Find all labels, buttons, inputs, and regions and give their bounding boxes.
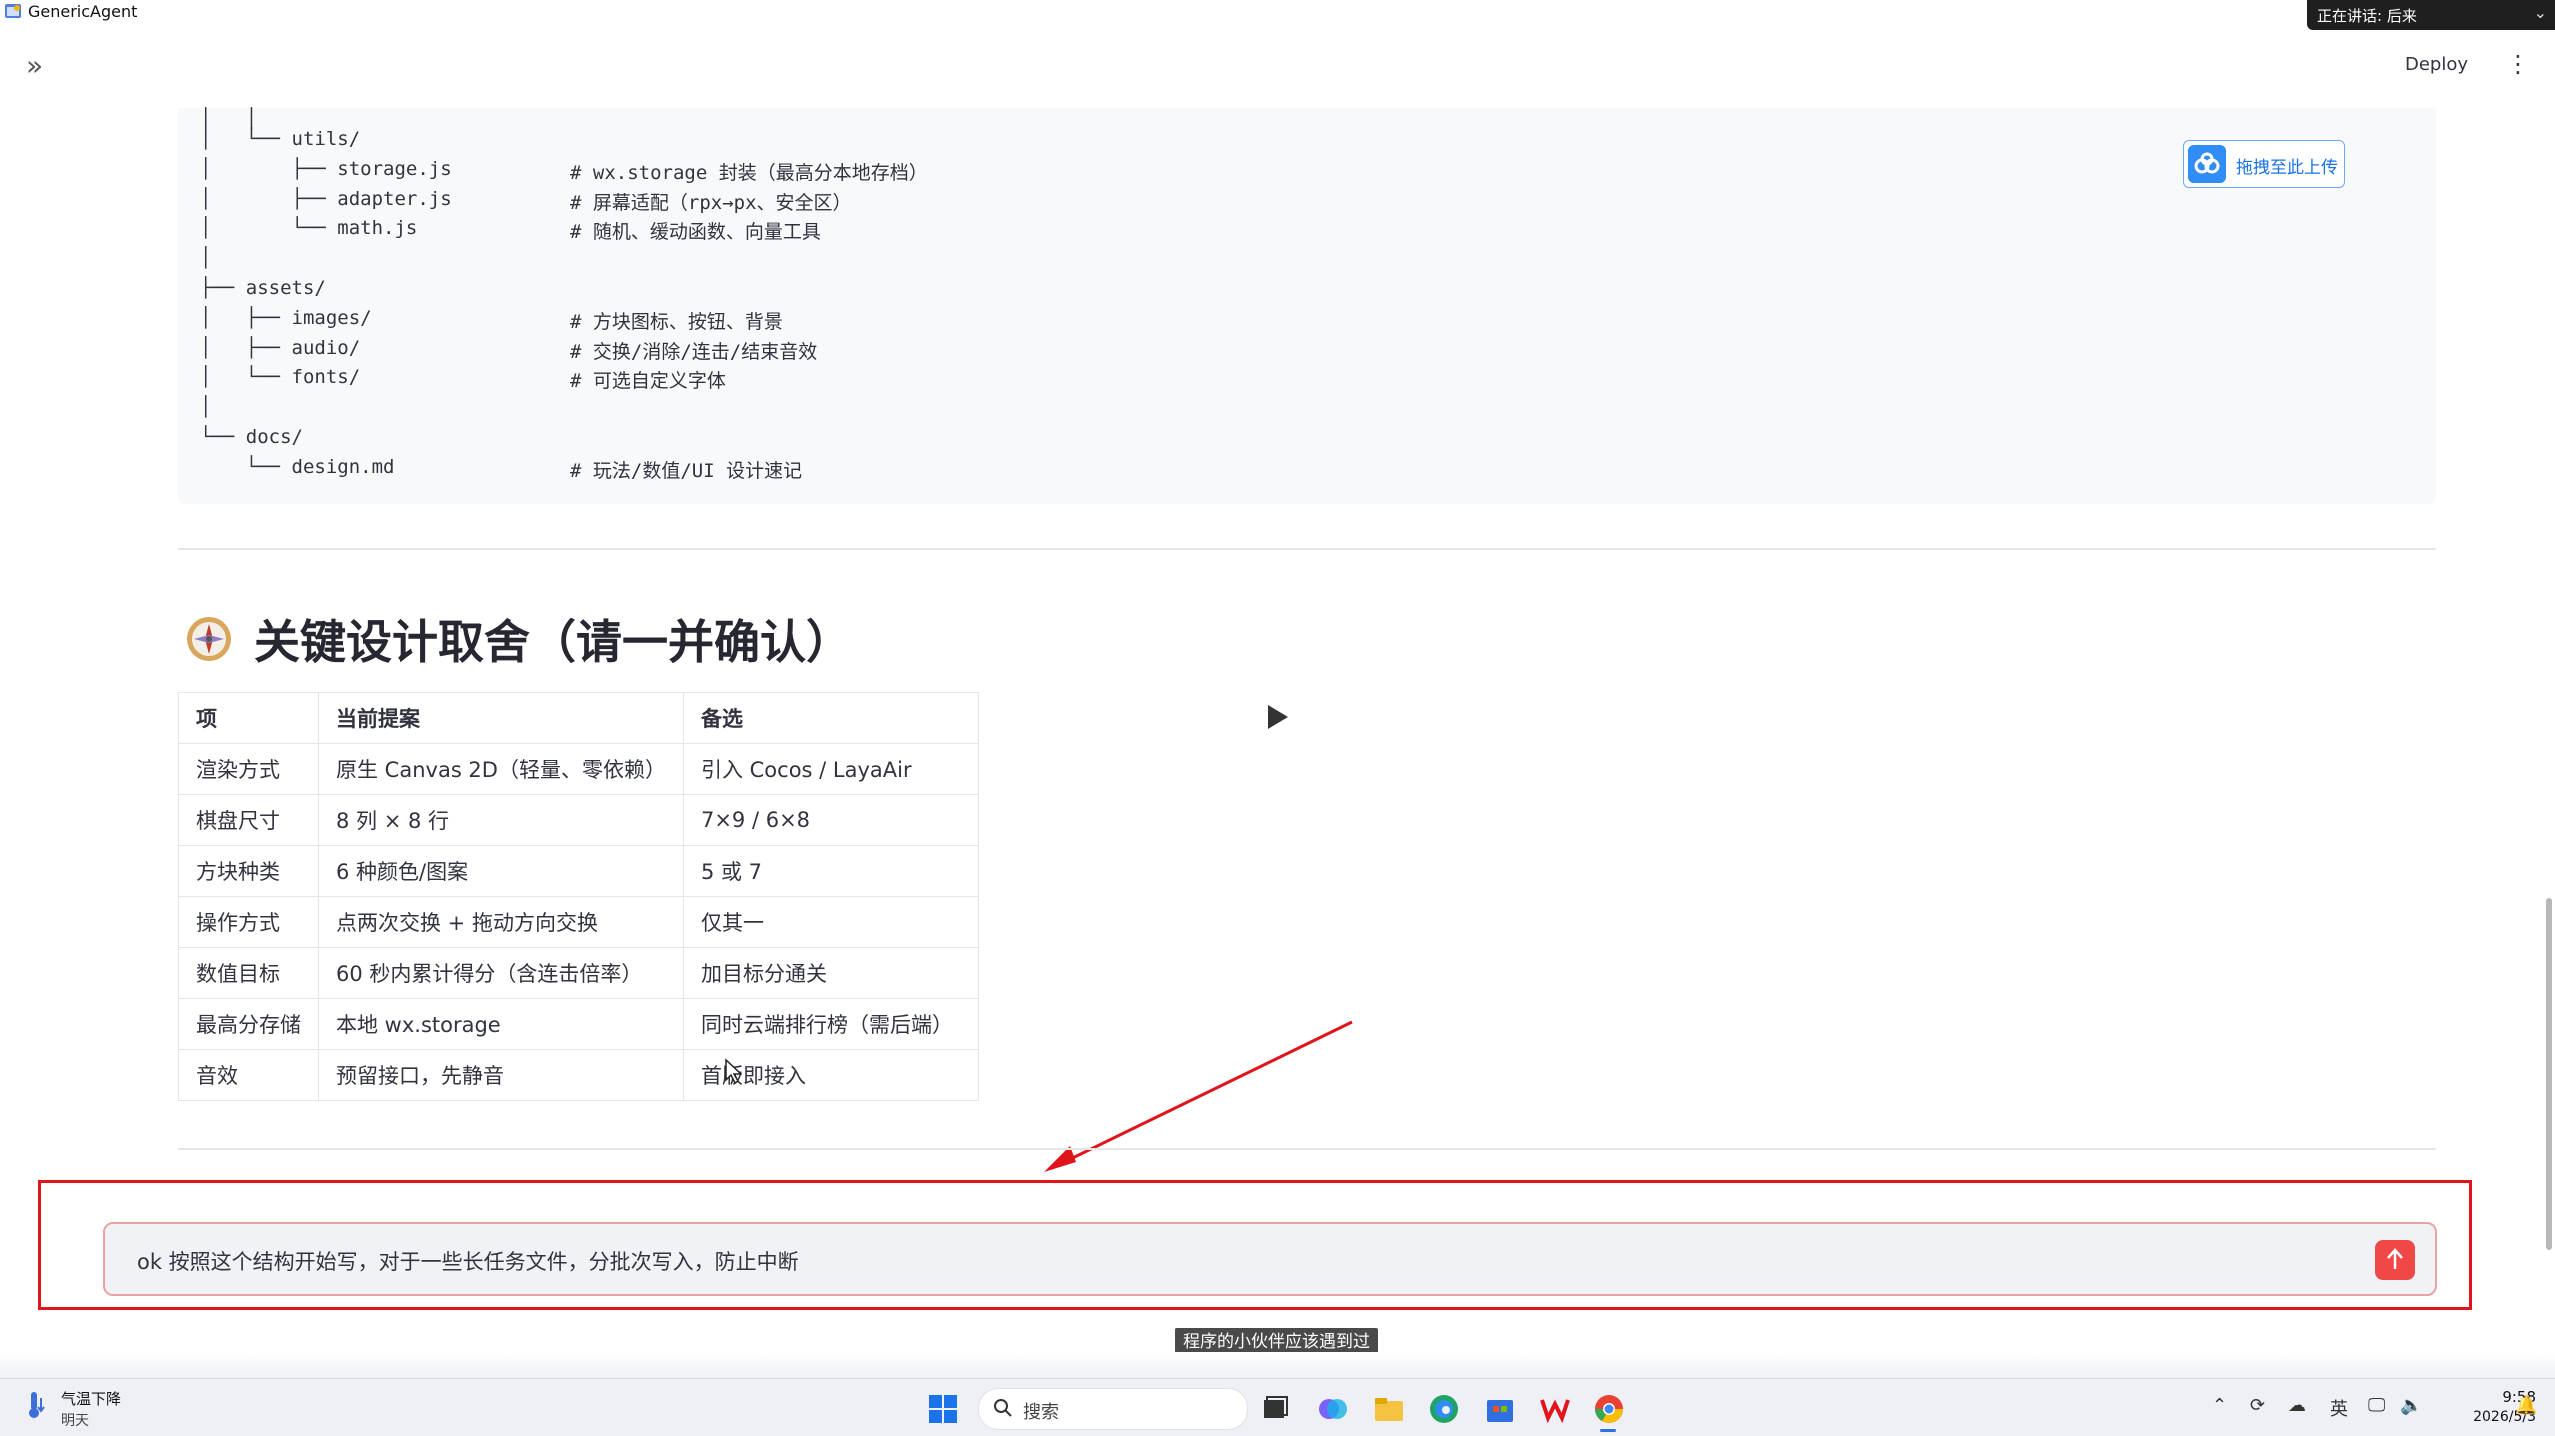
volume-icon[interactable]: 🔈	[2400, 1395, 2422, 1416]
search-label: 搜索	[1023, 1402, 1059, 1423]
arrow-up-icon	[2387, 1248, 2403, 1269]
tree-line: ├── assets/	[200, 277, 326, 299]
app-icon	[5, 4, 21, 18]
play-icon[interactable]	[1264, 702, 1290, 732]
deploy-button[interactable]: Deploy	[2405, 54, 2468, 75]
tree-line: │ ├── audio/	[200, 337, 361, 359]
tree-line: │ └── utils/	[200, 128, 361, 150]
table-header: 备选	[682, 692, 979, 744]
compass-icon	[187, 617, 231, 661]
wps-office-icon[interactable]	[1538, 1392, 1572, 1426]
table-row: 数值目标 60 秒内累计得分（含连击倍率） 加目标分通关	[178, 947, 979, 999]
table-cell: 6 种颜色/图案	[318, 845, 684, 897]
table-cell: 操作方式	[178, 896, 319, 948]
table-cell: 音效	[178, 1049, 319, 1101]
thermometer-icon[interactable]	[22, 1390, 48, 1420]
notification-bell-icon[interactable]: 🔔	[2515, 1395, 2537, 1416]
chevron-double-right-icon[interactable]: »	[26, 52, 43, 80]
table-row: 音效 预留接口，先静音 首版即接入	[178, 1049, 979, 1101]
table-cell: 加目标分通关	[682, 947, 979, 999]
chrome-browser-icon[interactable]	[1592, 1392, 1626, 1426]
tree-line: │ ├── images/	[200, 307, 372, 329]
tree-line: │ └── fonts/	[200, 366, 361, 388]
table-cell: 5 或 7	[682, 845, 979, 897]
table-cell: 8 列 × 8 行	[318, 794, 684, 846]
windows-start-icon[interactable]	[926, 1392, 960, 1426]
table-row: 方块种类 6 种颜色/图案 5 或 7	[178, 845, 979, 897]
tree-line: │	[200, 247, 212, 269]
table-header: 当前提案	[318, 692, 684, 744]
mouse-cursor-icon	[725, 1058, 742, 1084]
tree-line: │ ├── adapter.js	[200, 188, 452, 210]
section-heading: 关键设计取舍（请一并确认）	[254, 615, 852, 669]
tree-line: │ │	[200, 108, 258, 130]
tree-line: │ └── math.js	[200, 217, 418, 239]
table-cell: 方块种类	[178, 845, 319, 897]
annotation-arrow	[1044, 1020, 1353, 1172]
code-block: │ │ │ └── utils/ │ ├── storage.js # wx.s…	[178, 108, 2436, 504]
speaking-indicator[interactable]: 正在讲话: 后来 ⌄	[2307, 0, 2555, 30]
speaking-label: 正在讲话: 后来	[2317, 7, 2417, 25]
chat-input[interactable]: ok 按照这个结构开始写，对于一些长任务文件，分批次写入，防止中断	[103, 1222, 2437, 1296]
chat-input-text[interactable]: ok 按照这个结构开始写，对于一些长任务文件，分批次写入，防止中断	[137, 1246, 799, 1276]
drag-upload-button[interactable]: 拖拽至此上传	[2183, 140, 2345, 188]
table-row: 渲染方式 原生 Canvas 2D（轻量、零依赖） 引入 Cocos / Lay…	[178, 743, 979, 795]
file-explorer-icon[interactable]	[1372, 1392, 1406, 1426]
tree-line: └── docs/	[200, 426, 303, 448]
store-icon[interactable]	[1483, 1392, 1517, 1426]
table-cell: 60 秒内累计得分（含连击倍率）	[318, 947, 684, 999]
taskbar-search[interactable]: 搜索	[978, 1388, 1248, 1430]
table-row: 棋盘尺寸 8 列 × 8 行 7×9 / 6×8	[178, 794, 979, 846]
ime-language[interactable]: 英	[2330, 1395, 2348, 1421]
table-cell: 数值目标	[178, 947, 319, 999]
design-options-table: 项 当前提案 备选 渲染方式 原生 Canvas 2D（轻量、零依赖） 引入 C…	[178, 692, 979, 1101]
table-cell: 原生 Canvas 2D（轻量、零依赖）	[318, 743, 684, 795]
table-cell: 7×9 / 6×8	[682, 794, 979, 846]
tree-line: │	[200, 396, 212, 418]
cloud-off-icon[interactable]: ☁	[2288, 1395, 2306, 1416]
send-button[interactable]	[2375, 1240, 2415, 1280]
window-titlebar	[0, 0, 2555, 26]
table-cell: 仅其一	[682, 896, 979, 948]
table-row: 操作方式 点两次交换 + 拖动方向交换 仅其一	[178, 896, 979, 948]
tree-comment: # 屏幕适配（rpx→px、安全区）	[570, 192, 852, 214]
tree-comment: # 交换/消除/连击/结束音效	[570, 341, 818, 363]
table-cell: 预留接口，先静音	[318, 1049, 684, 1101]
divider	[178, 1148, 2436, 1150]
tree-line: └── design.md	[200, 456, 395, 478]
task-view-icon[interactable]	[1258, 1392, 1292, 1426]
chevron-down-icon[interactable]: ⌄	[2534, 3, 2547, 22]
chevron-up-icon[interactable]: ⌃	[2212, 1395, 2227, 1416]
tree-comment: # 方块图标、按钮、背景	[570, 311, 783, 333]
table-cell: 引入 Cocos / LayaAir	[682, 743, 979, 795]
table-cell: 最高分存储	[178, 998, 319, 1050]
table-row: 最高分存储 本地 wx.storage 同时云端排行榜（需后端）	[178, 998, 979, 1050]
table-cell: 同时云端排行榜（需后端）	[682, 998, 979, 1050]
window-title: GenericAgent	[28, 2, 138, 21]
tree-comment: # 随机、缓动函数、向量工具	[570, 221, 821, 243]
table-cell: 棋盘尺寸	[178, 794, 319, 846]
upload-label: 拖拽至此上传	[2236, 158, 2338, 178]
tree-comment: # 玩法/数值/UI 设计速记	[570, 460, 803, 482]
sync-icon[interactable]: ⟳	[2250, 1395, 2265, 1416]
tree-line: │ ├── storage.js	[200, 158, 452, 180]
table-cell: 渲染方式	[178, 743, 319, 795]
network-icon[interactable]: 🖵	[2368, 1395, 2385, 1416]
active-app-indicator	[1600, 1429, 1616, 1432]
page-scrollbar[interactable]	[2546, 898, 2552, 1250]
table-header: 项	[178, 692, 319, 744]
weather-title[interactable]: 气温下降	[61, 1388, 121, 1409]
cloud-upload-icon	[2188, 145, 2226, 183]
edge-browser-icon[interactable]	[1427, 1392, 1461, 1426]
table-cell: 点两次交换 + 拖动方向交换	[318, 896, 684, 948]
tree-comment: # wx.storage 封装（最高分本地存档）	[570, 162, 928, 184]
search-icon	[994, 1399, 1012, 1417]
table-header-row: 项 当前提案 备选	[178, 692, 979, 744]
divider	[178, 548, 2436, 550]
kebab-menu-icon[interactable]: ⋮	[2506, 52, 2530, 76]
table-cell: 本地 wx.storage	[318, 998, 684, 1050]
weather-subtitle: 明天	[61, 1413, 89, 1429]
copilot-icon[interactable]	[1316, 1392, 1350, 1426]
tree-comment: # 可选自定义字体	[570, 370, 726, 392]
